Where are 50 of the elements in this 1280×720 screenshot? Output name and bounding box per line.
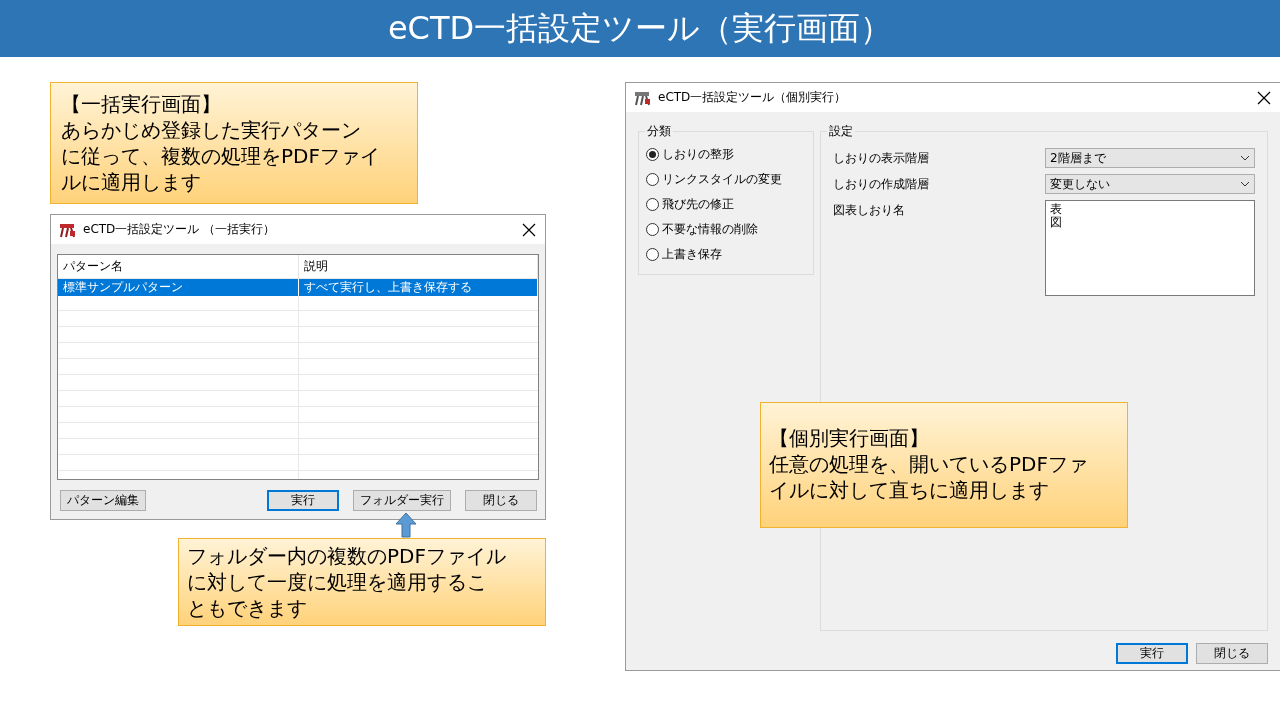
callout-text: イルに対して直ちに適用します [769, 477, 1050, 503]
radio-button[interactable] [646, 173, 659, 186]
dialog-button[interactable]: 閉じる [1196, 643, 1268, 664]
radio-button[interactable] [646, 223, 659, 236]
tools-icon [634, 89, 652, 106]
callout-text: ともできます [187, 595, 308, 621]
radio-option[interactable]: 不要な情報の削除 [646, 221, 806, 238]
callout-text: 任意の処理を、開いているPDFファ [769, 451, 1089, 477]
column-header: パターン名 [58, 255, 299, 278]
dialog-button[interactable]: フォルダー実行 [353, 490, 451, 511]
group-label: 分類 [645, 123, 673, 140]
radio-button[interactable] [646, 148, 659, 161]
radio-option[interactable]: 飛び先の修正 [646, 196, 806, 213]
callout-heading: 【個別実行画面】 [769, 425, 930, 451]
dialog-button[interactable]: 実行 [1116, 643, 1188, 664]
chevron-down-icon [1240, 155, 1250, 161]
chevron-down-icon [1240, 181, 1250, 187]
text-area[interactable]: 表 図 [1045, 200, 1255, 296]
radio-option[interactable]: 上書き保存 [646, 246, 806, 263]
table-cell[interactable]: 標準サンプルパターン [58, 279, 299, 296]
callout-heading: 【一括実行画面】 [61, 91, 222, 117]
up-arrow-icon [395, 512, 417, 538]
window-title: eCTD一括設定ツール （一括実行） [83, 221, 277, 238]
radio-option[interactable]: しおりの整形 [646, 146, 806, 163]
close-button[interactable] [521, 221, 537, 238]
group-label: 設定 [826, 123, 855, 140]
radio-option[interactable]: リンクスタイルの変更 [646, 171, 806, 188]
dialog-button[interactable]: 閉じる [465, 490, 537, 511]
window-title: eCTD一括設定ツール（個別実行） [658, 89, 848, 106]
radio-button[interactable] [646, 198, 659, 211]
table-cell[interactable]: すべて実行し、上書き保存する [299, 279, 538, 296]
radio-button[interactable] [646, 248, 659, 261]
dropdown[interactable]: 2階層まで [1045, 148, 1255, 168]
field-label: しおりの作成階層 [832, 176, 929, 193]
callout-text: あらかじめ登録した実行パターン [61, 117, 362, 143]
close-icon [1256, 89, 1272, 106]
field-label: 図表しおり名 [832, 202, 905, 219]
callout-text: ルに適用します [61, 169, 202, 195]
close-icon [521, 221, 537, 238]
callout-text: フォルダー内の複数のPDFファイル [187, 543, 507, 569]
dialog-button[interactable]: 実行 [267, 490, 339, 511]
callout-text: に対して一度に処理を適用するこ [187, 569, 488, 595]
slide-title: eCTD一括設定ツール（実行画面） [387, 7, 893, 49]
field-label: しおりの表示階層 [832, 150, 929, 167]
tools-icon [59, 221, 77, 238]
dropdown[interactable]: 変更しない [1045, 174, 1255, 194]
close-button[interactable] [1256, 89, 1272, 106]
dialog-button[interactable]: パターン編集 [60, 490, 146, 511]
column-header: 説明 [299, 255, 538, 278]
callout-text: に従って、複数の処理をPDFファイ [61, 143, 381, 169]
